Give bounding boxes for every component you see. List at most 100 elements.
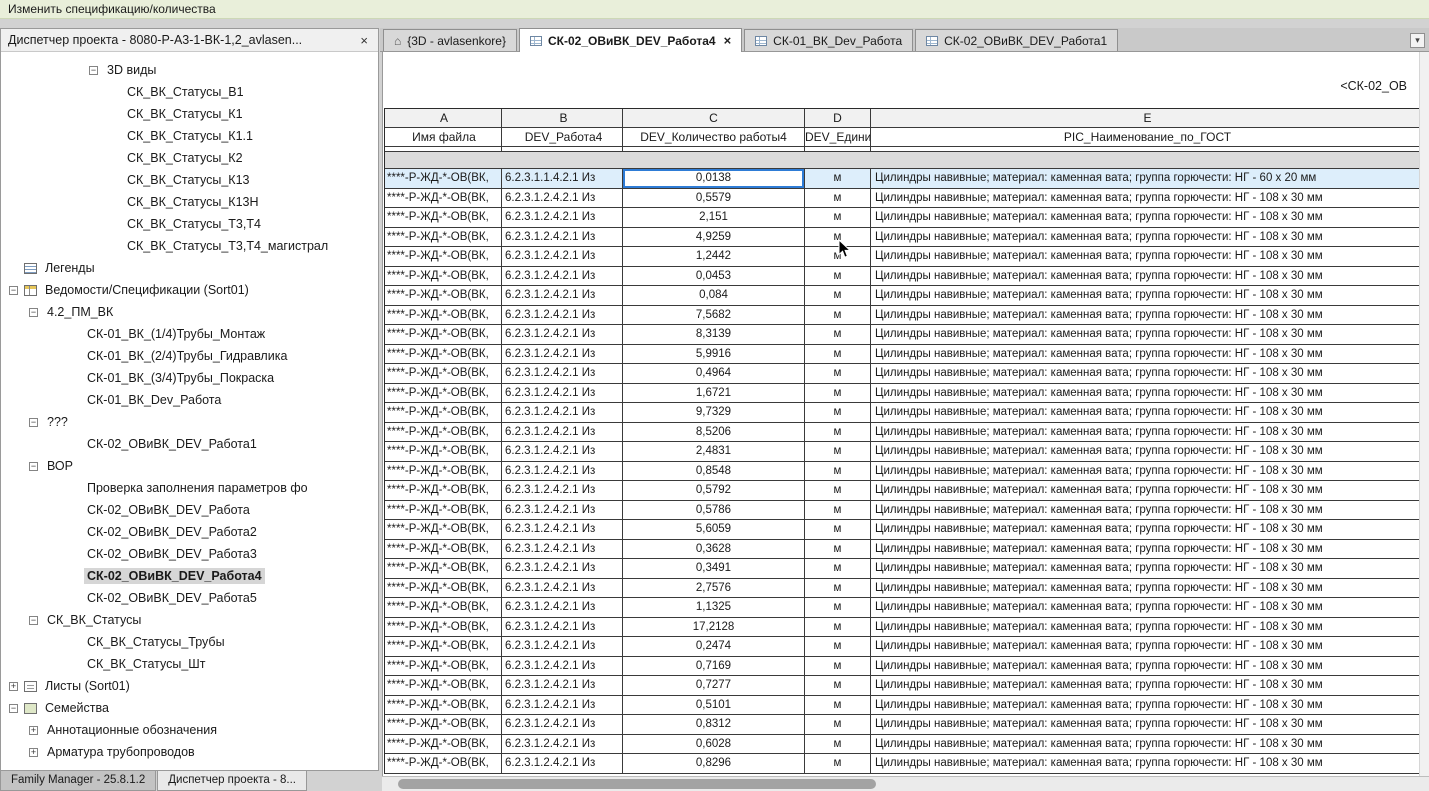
cell-e[interactable]: Цилиндры навивные; материал: каменная ва… <box>871 695 1421 715</box>
cell-e[interactable]: Цилиндры навивные; материал: каменная ва… <box>871 539 1421 559</box>
cell-b[interactable]: 6.2.3.1.2.4.2.1 Из <box>502 559 623 579</box>
cell-d[interactable]: м <box>805 754 871 774</box>
tree-item[interactable]: −4.2_ПМ_ВК <box>1 301 378 323</box>
cell-a[interactable]: ****-Р-ЖД-*-ОВ(ВК, <box>385 598 502 618</box>
cell-c[interactable]: 1,1325 <box>623 598 805 618</box>
tree-item[interactable]: − Ведомости/Спецификации (Sort01) <box>1 279 378 301</box>
cell-e[interactable]: Цилиндры навивные; материал: каменная ва… <box>871 227 1421 247</box>
cell-b[interactable]: 6.2.3.1.2.4.2.1 Из <box>502 266 623 286</box>
cell-b[interactable]: 6.2.3.1.2.4.2.1 Из <box>502 305 623 325</box>
tree-item[interactable]: СК-02_ОВиВК_DEV_Работа <box>1 499 378 521</box>
cell-c[interactable]: 0,5579 <box>623 188 805 208</box>
cell-d[interactable]: м <box>805 247 871 267</box>
project-browser-titlebar[interactable]: Диспетчер проекта - 8080-Р-А3-1-ВК-1,2_a… <box>1 29 378 52</box>
cell-d[interactable]: м <box>805 656 871 676</box>
cell-b[interactable]: 6.2.3.1.2.4.2.1 Из <box>502 364 623 384</box>
column-header[interactable]: DEV_Работа4 <box>502 128 623 147</box>
cell-b[interactable]: 6.2.3.1.2.4.2.1 Из <box>502 676 623 696</box>
cell-c[interactable]: 7,5682 <box>623 305 805 325</box>
cell-d[interactable]: м <box>805 383 871 403</box>
tree-item[interactable]: + Листы (Sort01) <box>1 675 378 697</box>
cell-e[interactable]: Цилиндры навивные; материал: каменная ва… <box>871 208 1421 228</box>
cell-a[interactable]: ****-Р-ЖД-*-ОВ(ВК, <box>385 305 502 325</box>
cell-a[interactable]: ****-Р-ЖД-*-ОВ(ВК, <box>385 520 502 540</box>
cell-a[interactable]: ****-Р-ЖД-*-ОВ(ВК, <box>385 656 502 676</box>
view-tab[interactable]: СК-01_ВК_Dev_Работа <box>744 29 914 51</box>
column-letter[interactable]: D <box>805 109 871 128</box>
cell-d[interactable]: м <box>805 617 871 637</box>
cell-d[interactable]: м <box>805 208 871 228</box>
cell-e[interactable]: Цилиндры навивные; материал: каменная ва… <box>871 344 1421 364</box>
column-header[interactable]: PIC_Наименование_по_ГОСТ <box>871 128 1421 147</box>
cell-a[interactable]: ****-Р-ЖД-*-ОВ(ВК, <box>385 617 502 637</box>
cell-c[interactable]: 0,0453 <box>623 266 805 286</box>
cell-c[interactable]: 4,9259 <box>623 227 805 247</box>
tree-item[interactable]: СК_ВК_Статусы_К1 <box>1 103 378 125</box>
group-header-row[interactable] <box>385 152 1421 169</box>
cell-a[interactable]: ****-Р-ЖД-*-ОВ(ВК, <box>385 364 502 384</box>
cell-c[interactable]: 8,3139 <box>623 325 805 345</box>
cell-c[interactable]: 2,4831 <box>623 442 805 462</box>
cell-c[interactable]: 8,5206 <box>623 422 805 442</box>
cell-c[interactable]: 0,7169 <box>623 656 805 676</box>
cell-b[interactable]: 6.2.3.1.2.4.2.1 Из <box>502 500 623 520</box>
cell-a[interactable]: ****-Р-ЖД-*-ОВ(ВК, <box>385 266 502 286</box>
view-tab[interactable]: СК-02_ОВиВК_DEV_Работа4 × <box>518 28 743 52</box>
cell-d[interactable]: м <box>805 715 871 735</box>
cell-e[interactable]: Цилиндры навивные; материал: каменная ва… <box>871 481 1421 501</box>
cell-b[interactable]: 6.2.3.1.2.4.2.1 Из <box>502 617 623 637</box>
cell-e[interactable]: Цилиндры навивные; материал: каменная ва… <box>871 754 1421 774</box>
tree-item[interactable]: СК-02_ОВиВК_DEV_Работа5 <box>1 587 378 609</box>
tree-item[interactable]: СК_ВК_Статусы_Шт <box>1 653 378 675</box>
tree-item[interactable]: СК_ВК_Статусы_Трубы <box>1 631 378 653</box>
collapse-icon[interactable]: − <box>29 461 38 471</box>
cell-c[interactable]: 0,5101 <box>623 695 805 715</box>
cell-c[interactable]: 5,6059 <box>623 520 805 540</box>
cell-d[interactable]: м <box>805 442 871 462</box>
cell-e[interactable]: Цилиндры навивные; материал: каменная ва… <box>871 637 1421 657</box>
expand-icon[interactable]: + <box>29 725 38 735</box>
cell-a[interactable]: ****-Р-ЖД-*-ОВ(ВК, <box>385 344 502 364</box>
cell-c[interactable]: 17,2128 <box>623 617 805 637</box>
cell-a[interactable]: ****-Р-ЖД-*-ОВ(ВК, <box>385 578 502 598</box>
column-letter[interactable]: B <box>502 109 623 128</box>
cell-b[interactable]: 6.2.3.1.2.4.2.1 Из <box>502 344 623 364</box>
cell-d[interactable]: м <box>805 422 871 442</box>
cell-a[interactable]: ****-Р-ЖД-*-ОВ(ВК, <box>385 227 502 247</box>
cell-b[interactable]: 6.2.3.1.2.4.2.1 Из <box>502 247 623 267</box>
cell-d[interactable]: м <box>805 520 871 540</box>
cell-c[interactable]: 0,084 <box>623 286 805 306</box>
panel-tab[interactable]: Диспетчер проекта - 8... <box>157 771 307 791</box>
cell-b[interactable]: 6.2.3.1.2.4.2.1 Из <box>502 539 623 559</box>
cell-e[interactable]: Цилиндры навивные; материал: каменная ва… <box>871 188 1421 208</box>
expand-icon[interactable]: + <box>9 681 18 691</box>
tree-item[interactable]: −??? <box>1 411 378 433</box>
cell-d[interactable]: м <box>805 676 871 696</box>
cell-d[interactable]: м <box>805 188 871 208</box>
cell-d[interactable]: м <box>805 325 871 345</box>
cell-e[interactable]: Цилиндры навивные; материал: каменная ва… <box>871 286 1421 306</box>
cell-e[interactable]: Цилиндры навивные; материал: каменная ва… <box>871 305 1421 325</box>
column-letter[interactable]: A <box>385 109 502 128</box>
tree-item[interactable]: СК_ВК_Статусы_В1 <box>1 81 378 103</box>
cell-e[interactable]: Цилиндры навивные; материал: каменная ва… <box>871 559 1421 579</box>
cell-c[interactable]: 0,3491 <box>623 559 805 579</box>
cell-e[interactable]: Цилиндры навивные; материал: каменная ва… <box>871 598 1421 618</box>
cell-d[interactable]: м <box>805 403 871 423</box>
tree-item[interactable]: − СК_ВК_Статусы <box>1 609 378 631</box>
cell-b[interactable]: 6.2.3.1.2.4.2.1 Из <box>502 715 623 735</box>
cell-a[interactable]: ****-Р-ЖД-*-ОВ(ВК, <box>385 422 502 442</box>
cell-e[interactable]: Цилиндры навивные; материал: каменная ва… <box>871 734 1421 754</box>
cell-e[interactable]: Цилиндры навивные; материал: каменная ва… <box>871 676 1421 696</box>
tree-item[interactable]: СК_ВК_Статусы_Т3,Т4 <box>1 213 378 235</box>
cell-c[interactable]: 0,8296 <box>623 754 805 774</box>
tree-item[interactable]: СК-02_ОВиВК_DEV_Работа2 <box>1 521 378 543</box>
cell-c[interactable]: 0,3628 <box>623 539 805 559</box>
cell-d[interactable]: м <box>805 286 871 306</box>
cell-e[interactable]: Цилиндры навивные; материал: каменная ва… <box>871 442 1421 462</box>
cell-a[interactable]: ****-Р-ЖД-*-ОВ(ВК, <box>385 461 502 481</box>
cell-c[interactable]: 5,9916 <box>623 344 805 364</box>
cell-e[interactable]: Цилиндры навивные; материал: каменная ва… <box>871 520 1421 540</box>
cell-a[interactable]: ****-Р-ЖД-*-ОВ(ВК, <box>385 169 502 189</box>
cell-e[interactable]: Цилиндры навивные; материал: каменная ва… <box>871 715 1421 735</box>
